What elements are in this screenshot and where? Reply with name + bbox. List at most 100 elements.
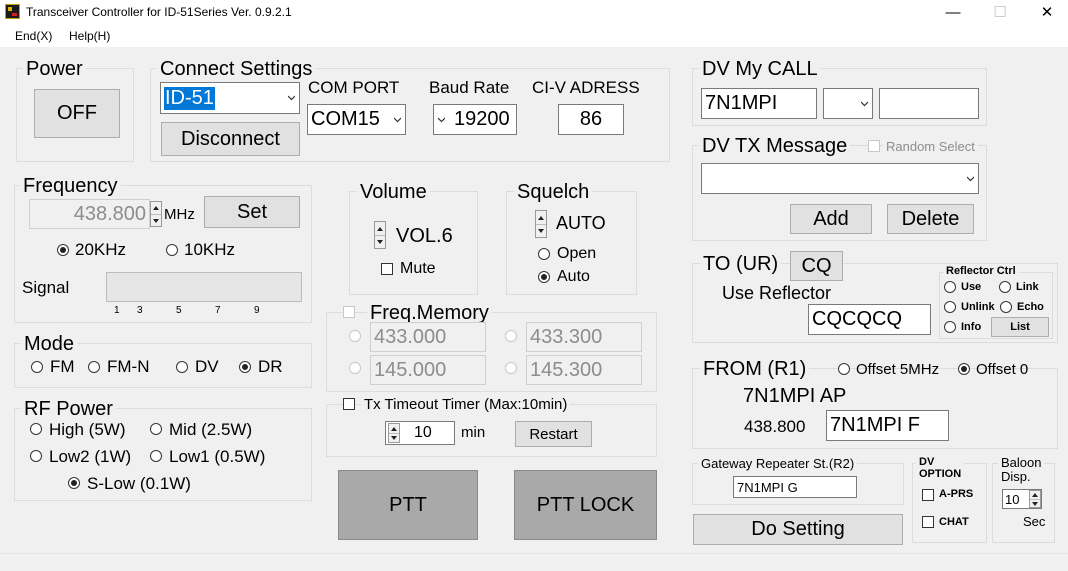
frequency-title: Frequency: [20, 176, 121, 196]
from-frequency-label: 438.800: [744, 417, 806, 436]
memory-4-input[interactable]: 145.300: [526, 355, 642, 385]
disconnect-button[interactable]: Disconnect: [161, 122, 300, 156]
reflector-link-radio[interactable]: [999, 281, 1011, 293]
tx-message-combo[interactable]: [701, 163, 979, 194]
reflector-info-label: Info: [961, 321, 982, 333]
rf-mid-label: Mid (2.5W): [169, 420, 253, 439]
step-10khz-radio[interactable]: [166, 244, 178, 256]
step-20khz-radio[interactable]: [57, 244, 69, 256]
reflector-unlink-label: Unlink: [961, 301, 995, 313]
chat-label: CHAT: [939, 516, 969, 528]
signal-scale-5: 5: [176, 305, 182, 316]
signal-scale-1: 1: [114, 305, 120, 316]
frequency-unit: MHz: [164, 206, 195, 223]
freq-memory-checkbox[interactable]: [343, 306, 355, 318]
random-select-checkbox[interactable]: [868, 140, 880, 152]
rf-slow-radio[interactable]: [68, 477, 80, 489]
tx-timer-spinner[interactable]: [388, 423, 400, 443]
delete-message-button[interactable]: Delete: [887, 204, 974, 234]
restart-button[interactable]: Restart: [515, 421, 592, 447]
maximize-button[interactable]: ☐: [977, 0, 1023, 25]
ptt-button[interactable]: PTT: [338, 470, 478, 540]
reflector-unlink-radio[interactable]: [944, 301, 956, 313]
power-button[interactable]: OFF: [34, 89, 120, 138]
dv-option-title-line2: OPTION: [919, 468, 962, 481]
signal-scale-3: 3: [137, 305, 143, 316]
reflector-info-radio[interactable]: [944, 321, 956, 333]
chevron-down-icon: [288, 95, 295, 101]
rf-low1-radio[interactable]: [150, 450, 162, 462]
chevron-down-icon: [967, 176, 974, 181]
do-setting-button[interactable]: Do Setting: [693, 514, 903, 545]
from-title: FROM (R1): [700, 359, 810, 379]
signal-label: Signal: [22, 278, 70, 297]
squelch-title: Squelch: [514, 182, 593, 202]
rf-power-title: RF Power: [21, 399, 116, 419]
menu-help[interactable]: Help(H): [69, 29, 110, 43]
aprs-checkbox[interactable]: [922, 489, 934, 501]
mycall-suffix-combo[interactable]: [823, 88, 873, 119]
memory-3-input[interactable]: 145.000: [370, 355, 486, 385]
memory-2-input[interactable]: 433.300: [526, 322, 642, 352]
squelch-spinner[interactable]: [535, 210, 547, 238]
mode-dr-radio[interactable]: [239, 361, 251, 373]
reflector-use-radio[interactable]: [944, 281, 956, 293]
model-combo[interactable]: ID-51: [160, 82, 300, 114]
cq-button[interactable]: CQ: [790, 251, 843, 281]
mode-fmn-radio[interactable]: [88, 361, 100, 373]
squelch-auto-radio[interactable]: [538, 271, 550, 283]
mycall-memo-input[interactable]: [879, 88, 979, 119]
signal-scale-7: 7: [215, 305, 221, 316]
offset-5mhz-label: Offset 5MHz: [856, 361, 940, 378]
volume-spinner[interactable]: [374, 221, 386, 249]
rf-mid-radio[interactable]: [150, 423, 162, 435]
frequency-spinner[interactable]: [150, 201, 162, 227]
memory-1-input[interactable]: 433.000: [370, 322, 486, 352]
minimize-button[interactable]: —: [930, 0, 976, 25]
chat-checkbox[interactable]: [922, 516, 934, 528]
mycall-input[interactable]: 7N1MPI: [701, 88, 817, 119]
rf-low2-radio[interactable]: [30, 450, 42, 462]
volume-value: VOL.6: [396, 225, 453, 247]
dv-option-title: DV OPTION: [916, 456, 965, 481]
memory-1-radio[interactable]: [349, 330, 361, 342]
signal-meter: [106, 272, 302, 302]
rf-low1-label: Low1 (0.5W): [169, 447, 266, 466]
com-port-combo[interactable]: COM15: [307, 104, 406, 135]
rf-high-radio[interactable]: [30, 423, 42, 435]
civ-address-input[interactable]: 86: [558, 104, 624, 135]
freq-memory-title: Freq.Memory: [367, 303, 492, 323]
memory-2-radio[interactable]: [505, 330, 517, 342]
offset-5mhz-radio[interactable]: [838, 363, 850, 375]
add-message-button[interactable]: Add: [790, 204, 872, 234]
from-callsign-input[interactable]: 7N1MPI F: [826, 410, 949, 441]
to-callsign-input[interactable]: CQCQCQ: [808, 304, 931, 335]
volume-title: Volume: [357, 182, 430, 202]
close-button[interactable]: ✕: [1024, 0, 1068, 25]
baloon-spinner[interactable]: [1029, 490, 1041, 508]
ptt-lock-button[interactable]: PTT LOCK: [514, 470, 657, 540]
mode-dr-label: DR: [258, 357, 283, 376]
memory-4-radio[interactable]: [505, 362, 517, 374]
menu-end[interactable]: End(X): [15, 29, 52, 43]
mode-fm-radio[interactable]: [31, 361, 43, 373]
arrow-up-icon: [153, 206, 159, 210]
reflector-list-button[interactable]: List: [991, 317, 1049, 337]
model-value: ID-51: [164, 86, 215, 110]
dv-tx-title: DV TX Message: [699, 136, 851, 156]
memory-3-radio[interactable]: [349, 362, 361, 374]
tx-timer-checkbox[interactable]: [343, 398, 355, 410]
arrow-up-icon: [377, 226, 383, 231]
mode-dv-radio[interactable]: [176, 361, 188, 373]
gateway-input[interactable]: 7N1MPI G: [733, 476, 857, 498]
set-frequency-button[interactable]: Set: [204, 196, 300, 228]
baud-rate-combo[interactable]: 19200: [433, 104, 517, 135]
squelch-open-radio[interactable]: [538, 248, 550, 260]
chevron-down-icon: [861, 101, 868, 106]
menu-bar: [0, 25, 1068, 47]
signal-scale-9: 9: [254, 305, 260, 316]
reflector-echo-radio[interactable]: [1000, 301, 1012, 313]
offset-0-radio[interactable]: [958, 363, 970, 375]
frequency-input[interactable]: 438.800: [29, 199, 150, 229]
mute-checkbox[interactable]: [381, 263, 393, 275]
